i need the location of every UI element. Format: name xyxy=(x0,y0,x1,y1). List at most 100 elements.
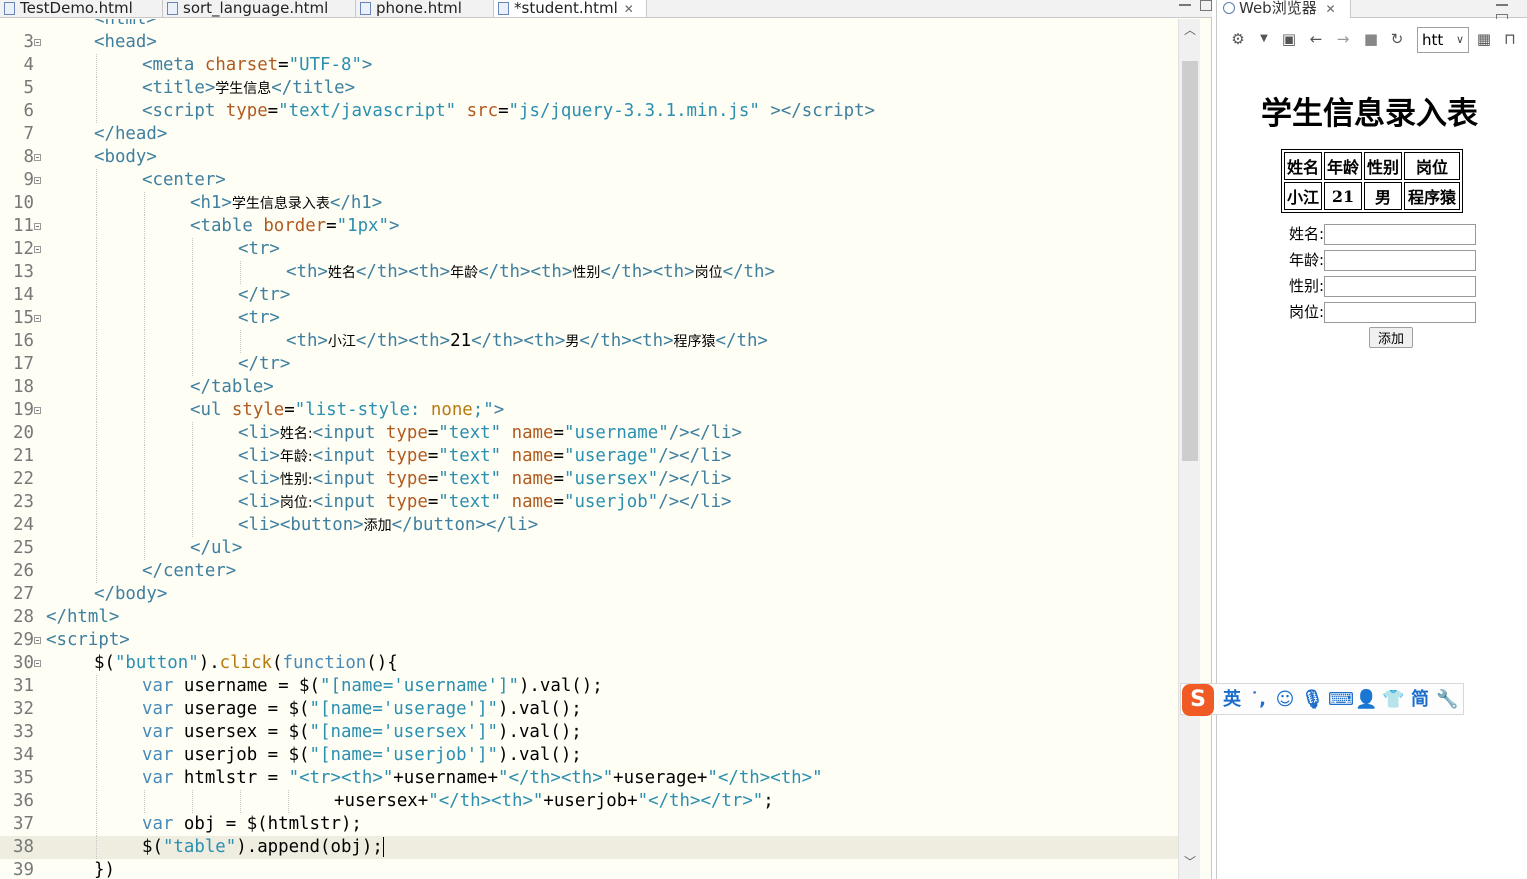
code-line[interactable]: 16 <th>小江</th><th>21</th><th>男</th><th>程序… xyxy=(0,330,1178,353)
tab-phone[interactable]: phone.html xyxy=(356,0,494,17)
fold-toggle-icon[interactable] xyxy=(34,315,41,322)
code-line[interactable]: 33 var usersex = $("[name='usersex']").va… xyxy=(0,721,1178,744)
vertical-scrollbar[interactable]: ︿ ﹀ xyxy=(1178,19,1200,879)
fold-toggle-icon[interactable] xyxy=(34,223,41,230)
indent-guide xyxy=(144,330,145,353)
code-line[interactable]: 12 <tr> xyxy=(0,238,1178,261)
code-line[interactable]: 18 </table> xyxy=(0,376,1178,399)
fold-toggle-icon[interactable] xyxy=(34,660,41,667)
code-line[interactable]: 38 $("table").append(obj); xyxy=(0,836,1178,859)
tab-sort-language[interactable]: sort_language.html xyxy=(163,0,356,17)
code-line[interactable]: 26 </center> xyxy=(0,560,1178,583)
code-line[interactable]: 34 var userjob = $("[name='userjob']").va… xyxy=(0,744,1178,767)
code-line[interactable]: 27 </body> xyxy=(0,583,1178,606)
fold-toggle-icon[interactable] xyxy=(34,407,41,414)
code-line[interactable]: 24 <li><button>添加</button></li> xyxy=(0,514,1178,537)
code-line[interactable]: 4 <meta charset="UTF-8"> xyxy=(0,54,1178,77)
code-line[interactable]: 17 </tr> xyxy=(0,353,1178,376)
refresh-icon[interactable]: ↻ xyxy=(1388,30,1406,48)
minimize-icon[interactable] xyxy=(1179,0,1191,6)
close-icon[interactable]: ✕ xyxy=(1325,2,1335,16)
minimize-icon[interactable] xyxy=(1496,0,1508,6)
scroll-down-icon[interactable]: ﹀ xyxy=(1183,855,1197,869)
add-button[interactable]: 添加 xyxy=(1369,327,1414,348)
code-text: <li>姓名:<input type="text" name="username… xyxy=(238,423,742,443)
tab-student[interactable]: *student.html ✕ xyxy=(494,0,647,17)
code-line[interactable]: 6 <script type="text/javascript" src="js/… xyxy=(0,100,1178,123)
back-icon[interactable]: ← xyxy=(1307,30,1325,48)
code-line[interactable]: 3 <head> xyxy=(0,31,1178,54)
line-number: 18 xyxy=(13,377,34,397)
indent-guide xyxy=(96,169,97,192)
code-line[interactable]: 25 </ul> xyxy=(0,537,1178,560)
fold-toggle-icon[interactable] xyxy=(34,246,41,253)
url-dropdown[interactable]: htt ∨ xyxy=(1417,27,1469,53)
code-line[interactable]: 10 <h1>学生信息录入表</h1> xyxy=(0,192,1178,215)
code-line[interactable]: 31 var username = $("[name='username']").… xyxy=(0,675,1178,698)
code-line[interactable]: 21 <li>年龄:<input type="text" name="userag… xyxy=(0,445,1178,468)
userjob-input[interactable] xyxy=(1324,302,1477,323)
scroll-thumb[interactable] xyxy=(1182,61,1198,461)
user-icon[interactable]: 👤 xyxy=(1355,689,1377,711)
console-icon[interactable]: ▣ xyxy=(1280,30,1298,48)
fold-toggle-icon[interactable] xyxy=(34,39,41,46)
code-line[interactable]: 32 var userage = $("[name='userage']").va… xyxy=(0,698,1178,721)
lock-icon[interactable]: ⊓ xyxy=(1501,30,1519,48)
code-line[interactable]: 8 <body> xyxy=(0,146,1178,169)
code-line[interactable]: 28 </html> xyxy=(0,606,1178,629)
fold-toggle-icon[interactable] xyxy=(34,637,41,644)
code-area[interactable]: <html> 3 <head> 4 <meta charset="UTF-8"> 5 <ti… xyxy=(0,19,1178,879)
code-text: </center> xyxy=(142,561,237,581)
code-line[interactable]: 9 <center> xyxy=(0,169,1178,192)
username-input[interactable] xyxy=(1324,224,1477,245)
wrench-icon[interactable]: 🔧 xyxy=(1436,689,1458,711)
maximize-icon[interactable] xyxy=(1200,0,1212,11)
dropdown-arrow-icon[interactable]: ▼ xyxy=(1255,30,1273,48)
code-text: <table border="1px"> xyxy=(190,216,400,236)
code-line[interactable]: 39}) xyxy=(0,859,1178,879)
ime-mode-toggle[interactable]: 英 xyxy=(1221,689,1243,711)
table-header-cell: 年龄 xyxy=(1324,152,1363,180)
code-line[interactable]: 37 var obj = $(htmlstr); xyxy=(0,813,1178,836)
code-line[interactable]: 35 var htmlstr = "<tr><th>"+username+"</t… xyxy=(0,767,1178,790)
keyboard-icon[interactable]: ⌨ xyxy=(1328,689,1354,711)
code-line[interactable]: 22 <li>性别:<input type="text" name="userse… xyxy=(0,468,1178,491)
code-line[interactable]: 15 <tr> xyxy=(0,307,1178,330)
forward-icon[interactable]: → xyxy=(1334,30,1352,48)
code-line[interactable]: 29 <script> xyxy=(0,629,1178,652)
simplified-toggle[interactable]: 简 xyxy=(1409,689,1431,711)
fold-toggle-icon[interactable] xyxy=(34,154,41,161)
fold-toggle-icon[interactable] xyxy=(34,177,41,184)
code-line[interactable]: 30 $("button").click(function(){ xyxy=(0,652,1178,675)
tab-testdemo[interactable]: TestDemo.html xyxy=(0,0,163,17)
code-line[interactable]: 11 <table border="1px"> xyxy=(0,215,1178,238)
code-line[interactable]: 20 <li>姓名:<input type="text" name="userna… xyxy=(0,422,1178,445)
microphone-icon[interactable]: 🎙 xyxy=(1301,689,1324,711)
editor-window-controls xyxy=(1170,0,1212,14)
sogou-logo-icon[interactable]: S xyxy=(1182,684,1214,716)
code-line[interactable]: <html> xyxy=(0,19,1178,31)
gear-icon[interactable]: ⚙ xyxy=(1229,30,1247,48)
line-number: 14 xyxy=(13,285,34,305)
indent-guide xyxy=(240,330,241,353)
tab-web-browser[interactable]: Web浏览器 ✕ xyxy=(1217,0,1351,18)
indent-guide xyxy=(144,353,145,376)
qr-code-icon[interactable]: ▦ xyxy=(1475,30,1493,48)
code-line[interactable]: 36 +usersex+"</th><th>"+userjob+"</th></t… xyxy=(0,790,1178,813)
userage-input[interactable] xyxy=(1324,250,1477,271)
line-number: 28 xyxy=(13,607,34,627)
close-icon[interactable]: ✕ xyxy=(624,1,634,17)
usersex-input[interactable] xyxy=(1324,276,1477,297)
skin-shirt-icon[interactable]: 👕 xyxy=(1382,689,1404,711)
punctuation-icon[interactable]: ˙, xyxy=(1247,689,1269,711)
stop-icon[interactable]: ■ xyxy=(1362,30,1380,48)
code-line[interactable]: 5 <title>学生信息</title> xyxy=(0,77,1178,100)
code-line[interactable]: 13 <th>姓名</th><th>年龄</th><th>性别</th><th>岗… xyxy=(0,261,1178,284)
code-line[interactable]: 7 </head> xyxy=(0,123,1178,146)
code-line[interactable]: 23 <li>岗位:<input type="text" name="userjo… xyxy=(0,491,1178,514)
indent-guide xyxy=(192,307,193,330)
emoji-icon[interactable]: ☺ xyxy=(1274,689,1296,711)
code-line[interactable]: 19 <ul style="list-style: none;"> xyxy=(0,399,1178,422)
code-line[interactable]: 14 </tr> xyxy=(0,284,1178,307)
scroll-up-icon[interactable]: ︿ xyxy=(1183,23,1197,37)
